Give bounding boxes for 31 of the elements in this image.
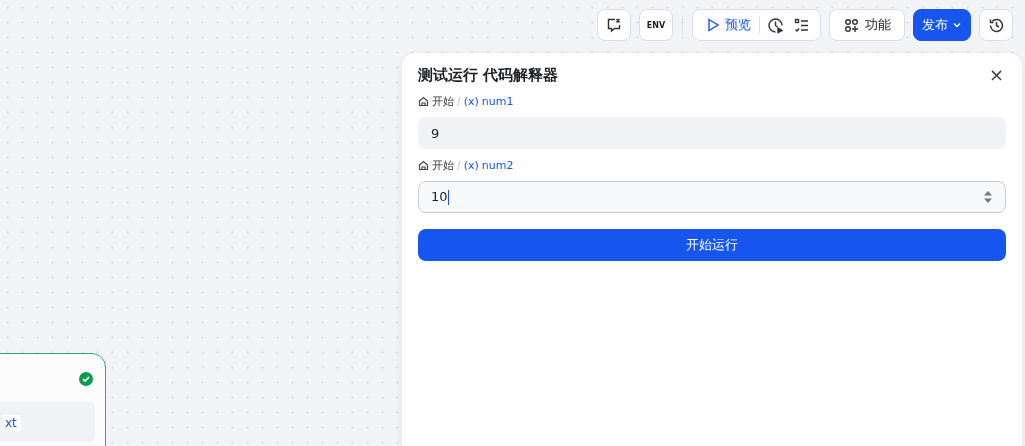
history-icon-button[interactable] bbox=[979, 9, 1013, 41]
env-button[interactable]: ENV bbox=[639, 9, 673, 41]
close-button[interactable]: × bbox=[986, 66, 1006, 84]
number-input-field[interactable]: 10 bbox=[418, 181, 1006, 213]
home-icon bbox=[418, 95, 429, 107]
source-label: 开始 bbox=[432, 157, 454, 173]
feature-button[interactable]: 功能 bbox=[829, 9, 905, 41]
history-icon bbox=[987, 16, 1005, 34]
preview-button[interactable]: 预览 bbox=[699, 11, 757, 39]
breadcrumb-separator: / bbox=[457, 94, 461, 108]
run-button[interactable]: 开始运行 bbox=[418, 229, 1006, 261]
comment-close-icon bbox=[606, 17, 622, 33]
breadcrumb-separator: / bbox=[457, 158, 461, 172]
input-field[interactable]: 9 bbox=[418, 117, 1006, 149]
caret-icon bbox=[952, 20, 962, 30]
comment-icon-button[interactable] bbox=[597, 9, 631, 41]
shapes-icon bbox=[843, 17, 859, 33]
spinner-arrows-icon[interactable] bbox=[983, 190, 993, 204]
panel-title: 测试运行 代码解释器 bbox=[418, 65, 559, 85]
play-icon bbox=[707, 18, 720, 32]
clock-play-icon bbox=[767, 16, 784, 34]
home-icon bbox=[418, 159, 429, 171]
checklist-icon bbox=[794, 17, 809, 33]
variable-name: num1 bbox=[481, 94, 514, 108]
variable-tag: xt bbox=[1, 415, 21, 431]
variable-name: num2 bbox=[481, 158, 514, 172]
source-label: 开始 bbox=[432, 93, 454, 109]
variable-mark: (x) bbox=[463, 94, 479, 108]
variable-mark: (x) bbox=[463, 158, 479, 172]
publish-button[interactable]: 发布 bbox=[913, 9, 971, 41]
workflow-node[interactable]: xt bbox=[0, 353, 106, 446]
